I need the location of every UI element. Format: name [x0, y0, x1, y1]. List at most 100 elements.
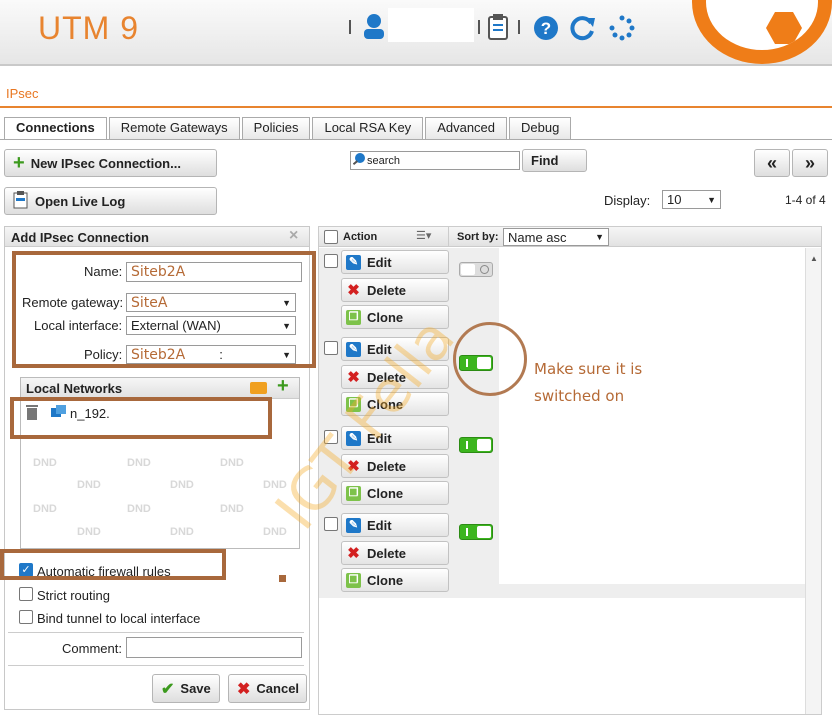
dnd-label: DND — [33, 503, 57, 515]
delete-button[interactable]: ✖ Delete — [341, 278, 449, 302]
divider — [8, 665, 304, 666]
search-input[interactable]: search — [350, 151, 520, 170]
column-menu-icon[interactable]: ☰▾ — [416, 229, 431, 242]
edit-icon: ✎ — [346, 254, 361, 270]
separator — [518, 20, 520, 34]
clone-label: Clone — [367, 309, 404, 325]
local-networks-label: Local Networks — [26, 381, 123, 396]
clipboard-icon[interactable] — [487, 14, 511, 43]
sort-select[interactable]: Name asc ▼ — [503, 228, 609, 246]
tab-bar: Connections Remote Gateways Policies Loc… — [4, 117, 572, 140]
annotation-text-line1: Make sure it is — [534, 360, 643, 378]
dnd-label: DND — [127, 503, 151, 515]
divider — [448, 226, 449, 246]
tab-connections[interactable]: Connections — [4, 117, 107, 140]
edit-button[interactable]: ✎ Edit — [341, 250, 449, 274]
open-live-log-button[interactable]: Open Live Log — [4, 187, 217, 215]
plus-icon[interactable]: + — [277, 375, 289, 398]
comment-input[interactable] — [126, 637, 302, 658]
cancel-label: Cancel — [256, 681, 300, 696]
bind-tunnel-label: Bind tunnel to local interface — [37, 611, 201, 626]
toggle-enabled[interactable] — [459, 524, 493, 540]
panel-title: Add IPsec Connection — [11, 230, 149, 245]
annotation-box-fields — [12, 251, 316, 368]
open-live-log-label: Open Live Log — [35, 193, 126, 209]
edit-icon: ✎ — [346, 517, 361, 533]
edit-button[interactable]: ✎ Edit — [341, 513, 449, 537]
scroll-up-icon[interactable]: ▲ — [810, 254, 818, 263]
app-logo: UTM 9 — [38, 10, 139, 46]
sort-value: Name asc — [508, 229, 567, 245]
details-area — [499, 248, 805, 584]
next-page-button[interactable]: » — [792, 149, 828, 177]
panel-header: Add IPsec Connection × — [5, 227, 309, 247]
clone-label: Clone — [367, 485, 404, 501]
new-connection-label: New IPsec Connection... — [30, 155, 181, 171]
annotation-box-firewall — [0, 549, 226, 580]
previous-page-button[interactable]: « — [754, 149, 790, 177]
close-icon[interactable]: × — [289, 227, 298, 245]
sortby-label: Sort by: — [457, 231, 499, 243]
display-value: 10 — [667, 192, 682, 207]
tab-advanced[interactable]: Advanced — [425, 117, 508, 139]
user-icon[interactable] — [361, 12, 387, 43]
new-connection-button[interactable]: + New IPsec Connection... — [4, 149, 217, 177]
dnd-label: DND — [77, 479, 101, 491]
dnd-label: DND — [220, 457, 244, 469]
save-button[interactable]: ✔ Save — [152, 674, 220, 703]
divider — [8, 632, 304, 633]
delete-button[interactable]: ✖ Delete — [341, 541, 449, 565]
display-select[interactable]: 10 ▼ — [662, 190, 721, 209]
display-label: Display: — [604, 193, 651, 208]
tab-debug[interactable]: Debug — [509, 117, 572, 139]
chevron-down-icon: ▼ — [595, 232, 604, 242]
delete-icon: ✖ — [347, 544, 360, 562]
dnd-label: DND — [127, 457, 151, 469]
svg-text:?: ? — [541, 19, 551, 38]
action-label: Action — [343, 231, 378, 243]
chevron-down-icon: ▼ — [707, 194, 716, 205]
bind-tunnel-checkbox[interactable] — [19, 610, 33, 624]
tab-remote-gateways[interactable]: Remote Gateways — [108, 117, 240, 139]
log-icon — [13, 190, 29, 212]
tab-policies[interactable]: Policies — [241, 117, 311, 139]
plus-icon: + — [13, 151, 25, 174]
strict-routing-checkbox[interactable] — [19, 587, 33, 601]
tab-local-rsa-key[interactable]: Local RSA Key — [312, 117, 424, 139]
section-title: IPsec — [6, 86, 39, 101]
dnd-label: DND — [170, 526, 194, 538]
clone-button[interactable]: ❐ Clone — [341, 568, 449, 592]
brand-emblem — [692, 0, 832, 64]
clone-label: Clone — [367, 572, 404, 588]
folder-icon[interactable] — [250, 382, 267, 394]
separator — [349, 20, 351, 34]
toggle-disabled[interactable] — [459, 262, 493, 277]
scrollbar[interactable]: ▲ — [805, 248, 821, 714]
toggle-enabled[interactable] — [459, 437, 493, 453]
search-icon — [352, 152, 367, 169]
edit-label: Edit — [367, 254, 392, 270]
find-label: Find — [531, 153, 559, 168]
annotation-circle — [453, 322, 527, 396]
x-icon: ✖ — [237, 680, 251, 698]
local-networks-header: Local Networks + — [21, 375, 299, 399]
reload-icon[interactable] — [570, 15, 596, 44]
dnd-label: DND — [170, 479, 194, 491]
annotation-dot — [279, 575, 286, 582]
delete-icon: ✖ — [347, 281, 360, 299]
save-label: Save — [180, 681, 211, 696]
find-button[interactable]: Find — [522, 149, 587, 172]
hexagon-logo-icon — [766, 12, 802, 44]
row-checkbox[interactable] — [324, 254, 338, 268]
dnd-label: DND — [220, 503, 244, 515]
help-icon[interactable]: ? — [533, 15, 559, 44]
cancel-button[interactable]: ✖ Cancel — [228, 674, 307, 703]
range-text: 1-4 of 4 — [785, 193, 826, 207]
select-all-checkbox[interactable] — [324, 230, 338, 244]
section-divider — [0, 106, 832, 108]
annotation-box-network — [10, 397, 272, 439]
row-checkbox[interactable] — [324, 341, 338, 355]
top-bar: UTM 9 ? — [0, 0, 832, 66]
activity-spinner-icon — [609, 15, 635, 44]
next-icon: » — [804, 152, 815, 173]
